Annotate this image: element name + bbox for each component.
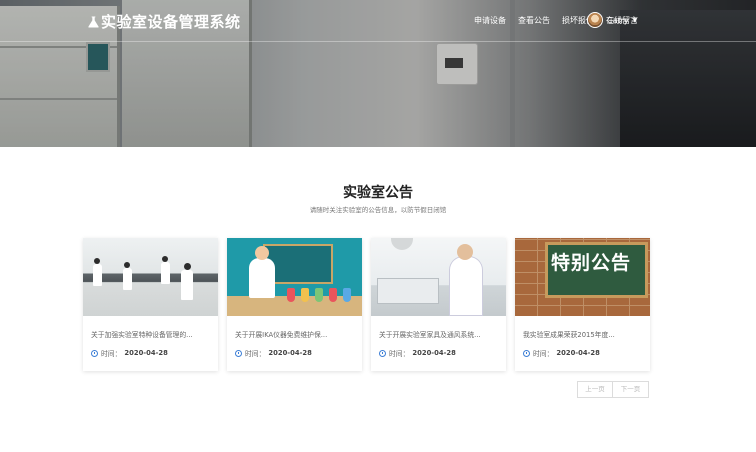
clock-icon bbox=[379, 349, 386, 357]
announcement-card[interactable]: 关于开展实验室家具及通风系统... 时间： 2020-04-28 bbox=[371, 238, 506, 371]
time-label: 时间： bbox=[389, 350, 410, 358]
announcement-title[interactable]: 关于开展实验室家具及通风系统... bbox=[379, 329, 501, 339]
lab-students-image[interactable] bbox=[83, 238, 218, 316]
user-menu[interactable]: Carry ▼ bbox=[587, 12, 637, 28]
announcement-list: 关于加强实验室特种设备管理的... 时间： 2020-04-28 关于开展IKA… bbox=[83, 238, 650, 371]
researcher-instrument-image[interactable] bbox=[371, 238, 506, 316]
announcement-title[interactable]: 关于加强实验室特种设备管理的... bbox=[91, 329, 213, 339]
brand-title: 实验室设备管理系统 bbox=[101, 13, 241, 31]
announcement-time: 时间： 2020-04-28 bbox=[235, 348, 312, 358]
caret-down-icon: ▼ bbox=[632, 16, 638, 24]
scientist-illustration-image[interactable] bbox=[227, 238, 362, 316]
announcement-date: 2020-04-28 bbox=[268, 349, 312, 357]
time-label: 时间： bbox=[101, 350, 122, 358]
section-title: 实验室公告 bbox=[343, 185, 413, 201]
announcement-date: 2020-04-28 bbox=[412, 349, 456, 357]
avatar bbox=[587, 12, 603, 28]
special-notice-image[interactable]: 特别公告 bbox=[515, 238, 650, 316]
user-name: Carry bbox=[607, 15, 629, 25]
announcement-time: 时间： 2020-04-28 bbox=[91, 348, 168, 358]
announcement-card[interactable]: 关于加强实验室特种设备管理的... 时间： 2020-04-28 bbox=[83, 238, 218, 371]
announcement-time: 时间： 2020-04-28 bbox=[379, 348, 456, 358]
brand-logo[interactable]: 实验室设备管理系统 bbox=[88, 11, 241, 32]
header-divider bbox=[0, 41, 756, 42]
nav-apply-equipment[interactable]: 申请设备 bbox=[474, 15, 506, 26]
next-page-button[interactable]: 下一页 bbox=[613, 381, 649, 398]
flask-icon bbox=[88, 16, 99, 27]
clock-icon bbox=[235, 349, 242, 357]
hero-banner: 实验室设备管理系统 申请设备 查看公告 损坏报修 在线留言 Carry ▼ bbox=[0, 0, 756, 147]
section-subtitle: 请随时关注实验室的公告信息，以防节假日闭馆 bbox=[309, 206, 447, 214]
announcement-title[interactable]: 我实验室成果荣获2015年度... bbox=[523, 329, 645, 339]
announcement-card[interactable]: 关于开展IKA仪器免费维护保... 时间： 2020-04-28 bbox=[227, 238, 362, 371]
time-label: 时间： bbox=[533, 350, 554, 358]
announcement-date: 2020-04-28 bbox=[124, 349, 168, 357]
clock-icon bbox=[523, 349, 530, 357]
announcement-card[interactable]: 特别公告 我实验室成果荣获2015年度... 时间： 2020-04-28 bbox=[515, 238, 650, 371]
clock-icon bbox=[91, 349, 98, 357]
announcement-title[interactable]: 关于开展IKA仪器免费维护保... bbox=[235, 329, 357, 339]
announcement-date: 2020-04-28 bbox=[556, 349, 600, 357]
time-label: 时间： bbox=[245, 350, 266, 358]
pagination: 上一页 下一页 bbox=[577, 381, 649, 398]
special-notice-text: 特别公告 bbox=[551, 252, 632, 274]
announcement-time: 时间： 2020-04-28 bbox=[523, 348, 600, 358]
nav-view-announcements[interactable]: 查看公告 bbox=[518, 15, 550, 26]
prev-page-button[interactable]: 上一页 bbox=[577, 381, 613, 398]
